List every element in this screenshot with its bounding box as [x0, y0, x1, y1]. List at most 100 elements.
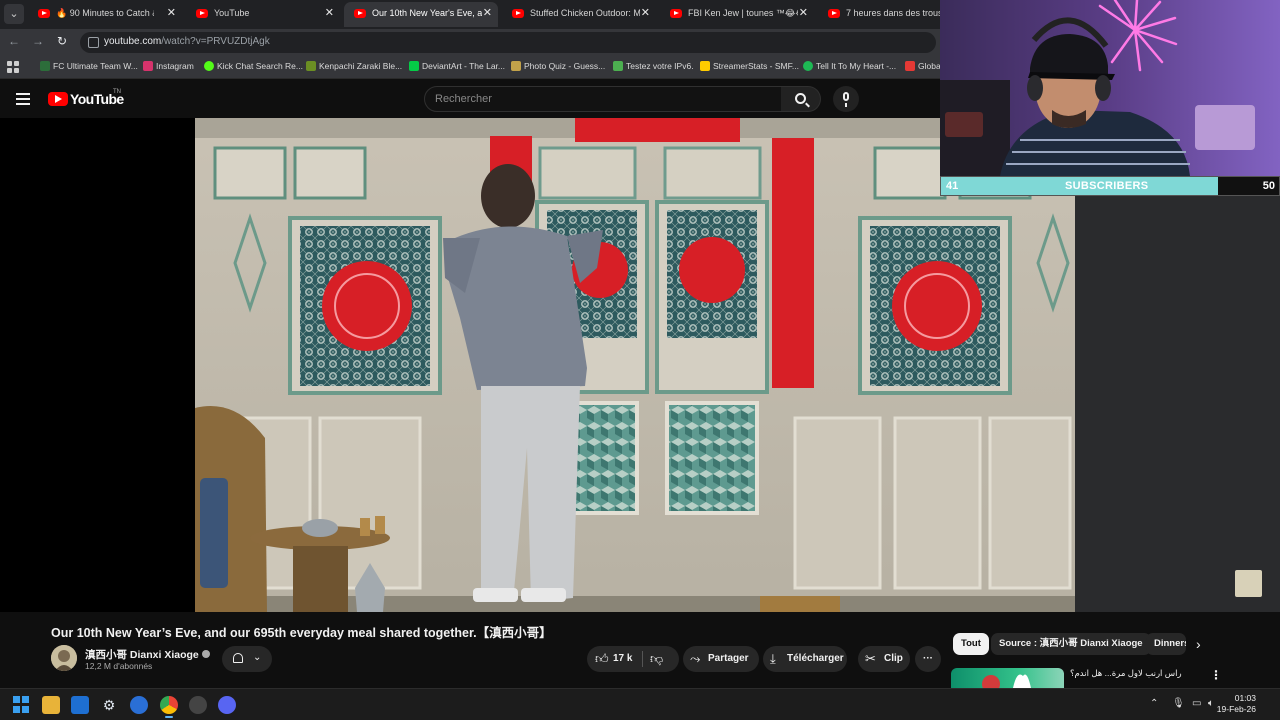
- discord-icon[interactable]: [218, 696, 236, 714]
- vertical-dots-icon[interactable]: ⋮: [1210, 668, 1222, 682]
- bookmark-favicon: [511, 61, 521, 71]
- browser-tab[interactable]: 7 heures dans des trous de m: [818, 2, 940, 27]
- thumbs-up-icon[interactable]: 👍︎: [595, 646, 609, 672]
- tab-close-icon[interactable]: ✕: [483, 2, 492, 25]
- share-button[interactable]: ⤳ Partager: [683, 646, 759, 672]
- browser-tab[interactable]: YouTube ✕: [186, 2, 340, 27]
- volume-icon[interactable]: 🔈︎: [1208, 698, 1214, 709]
- chevron-right-icon[interactable]: ›: [1196, 636, 1201, 652]
- bookmark-label: Globa: [918, 61, 941, 71]
- search-box[interactable]: [424, 86, 782, 112]
- download-button[interactable]: ⤓ Télécharger: [763, 646, 847, 672]
- youtube-favicon: [512, 9, 524, 18]
- bookmark-label: Testez votre IPv6.: [626, 61, 694, 71]
- thumbs-down-icon[interactable]: 👎︎: [650, 646, 663, 672]
- search-input[interactable]: [435, 92, 765, 106]
- chrome-icon[interactable]: [160, 696, 178, 714]
- chip-all[interactable]: Tout: [953, 633, 989, 655]
- verified-badge-icon: [201, 650, 210, 658]
- youtube-favicon: [38, 9, 50, 18]
- tab-title: FBI Ken Jew | tounes ™😂😂 ..: [688, 8, 798, 18]
- chip-dinners[interactable]: Dinners: [1146, 633, 1186, 655]
- browser-tab[interactable]: 🔥 90 Minutes to Catch & Coo ✕: [28, 2, 182, 27]
- spotify-icon: [803, 61, 813, 71]
- channel-name[interactable]: 滇西小哥 Dianxi Xiaoge: [85, 647, 210, 662]
- bookmark-label: StreamerStats - SMF...: [713, 61, 799, 71]
- reload-icon[interactable]: ↻: [54, 34, 70, 48]
- bookmark-item[interactable]: Photo Quiz - Guess...: [511, 60, 605, 72]
- system-clock[interactable]: 01:03 19-Feb-26: [1217, 693, 1256, 715]
- logo-region-code: TN: [113, 89, 121, 95]
- bookmark-label: Kenpachi Zaraki Ble...: [319, 61, 403, 71]
- bookmark-item[interactable]: Testez votre IPv6.: [613, 60, 694, 72]
- tab-close-icon[interactable]: ✕: [167, 2, 176, 25]
- steam-icon[interactable]: ⚙: [100, 696, 118, 714]
- tab-title: Stuffed Chicken Outdoor: Maki: [530, 8, 640, 18]
- tab-close-icon[interactable]: ✕: [325, 2, 334, 25]
- url-host: youtube.com: [104, 36, 162, 47]
- clock-time: 01:03: [1234, 693, 1256, 703]
- network-icon[interactable]: ▭: [1192, 698, 1201, 709]
- search-icon: [795, 93, 806, 104]
- deviantart-icon: [409, 61, 419, 71]
- bookmark-item[interactable]: StreamerStats - SMF...: [700, 60, 799, 72]
- recommendation-thumbnail[interactable]: [951, 668, 1064, 688]
- browser-tab[interactable]: FBI Ken Jew | tounes ™😂😂 .. ✕: [660, 2, 814, 27]
- browser-tab[interactable]: Stuffed Chicken Outdoor: Maki ✕: [502, 2, 656, 27]
- notifications-button[interactable]: ⌄: [222, 646, 272, 672]
- scissors-icon: ✂: [865, 651, 876, 666]
- avatar-image: [51, 645, 77, 671]
- download-label: Télécharger: [787, 653, 844, 664]
- tab-close-icon[interactable]: ✕: [799, 2, 808, 25]
- forward-arrow-icon[interactable]: →: [30, 34, 46, 48]
- video-title: Our 10th New Year’s Eve, and our 695th e…: [51, 626, 552, 640]
- more-actions-button[interactable]: ···: [915, 646, 941, 672]
- url-text: youtube.com/watch?v=PRVUZDtjAgk: [104, 36, 270, 47]
- channel-avatar[interactable]: [51, 645, 77, 671]
- bookmark-item[interactable]: Globa: [905, 60, 941, 72]
- tab-close-icon[interactable]: ✕: [641, 2, 650, 25]
- like-dislike-group: 👍︎ 17 k 👎︎: [587, 646, 679, 672]
- channel-name-text[interactable]: 滇西小哥 Dianxi Xiaoge: [85, 649, 199, 661]
- like-count[interactable]: 17 k: [613, 646, 632, 672]
- bookmark-item[interactable]: FC Ultimate Team W...: [40, 60, 138, 72]
- webcam-feed: [940, 0, 1280, 176]
- windows-start-icon[interactable]: [13, 696, 31, 714]
- bookmark-favicon: [306, 61, 316, 71]
- site-settings-icon[interactable]: [88, 37, 99, 48]
- apps-grid-icon[interactable]: [7, 61, 19, 73]
- tab-search-button[interactable]: ⌄: [4, 4, 24, 24]
- file-explorer-icon[interactable]: [42, 696, 60, 714]
- clip-button[interactable]: ✂ Clip: [858, 646, 910, 672]
- microphone-tray-icon[interactable]: 🎙︎: [1172, 698, 1185, 709]
- share-label: Partager: [708, 653, 749, 664]
- obs-icon[interactable]: [189, 696, 207, 714]
- back-arrow-icon[interactable]: ←: [6, 34, 22, 48]
- battlenet-icon[interactable]: [130, 696, 148, 714]
- bookmark-item[interactable]: Kenpachi Zaraki Ble...: [306, 60, 402, 72]
- search-button[interactable]: [781, 86, 821, 112]
- tab-title: YouTube: [214, 8, 250, 18]
- youtube-logo-icon[interactable]: [48, 92, 68, 106]
- youtube-masthead: YouTube TN: [0, 80, 940, 118]
- channel-watermark[interactable]: [1235, 570, 1262, 597]
- active-app-indicator: [165, 716, 173, 718]
- chip-source-channel[interactable]: Source : 滇西小哥 Dianxi Xiaoge: [991, 633, 1151, 655]
- bookmark-item[interactable]: Tell It To My Heart -...: [803, 60, 896, 72]
- bookmark-favicon: [613, 61, 623, 71]
- recommendation-title[interactable]: اكلت راس ارنب لاول مرة... هل اندم؟: [1070, 668, 1182, 679]
- menu-icon[interactable]: [16, 93, 30, 105]
- bookmark-item[interactable]: DeviantArt - The Lar...: [409, 60, 505, 72]
- bookmark-favicon: [40, 61, 50, 71]
- browser-tab-bar: ⌄ 🔥 90 Minutes to Catch & Coo ✕ YouTube …: [0, 0, 940, 29]
- outlook-icon[interactable]: [71, 696, 89, 714]
- chevron-up-icon[interactable]: ⌃: [1150, 698, 1158, 709]
- browser-tab-active[interactable]: Our 10th New Year's Eve, and o ✕: [344, 2, 498, 27]
- more-icon: ···: [923, 653, 933, 664]
- bookmark-item[interactable]: Instagram: [143, 60, 194, 72]
- url-field[interactable]: youtube.com/watch?v=PRVUZDtjAgk: [80, 32, 936, 53]
- clip-label: Clip: [884, 653, 903, 664]
- thumbnail-image: [982, 674, 1031, 688]
- voice-search-button[interactable]: [833, 86, 859, 112]
- bookmark-item[interactable]: Kick Chat Search Re...: [204, 60, 303, 72]
